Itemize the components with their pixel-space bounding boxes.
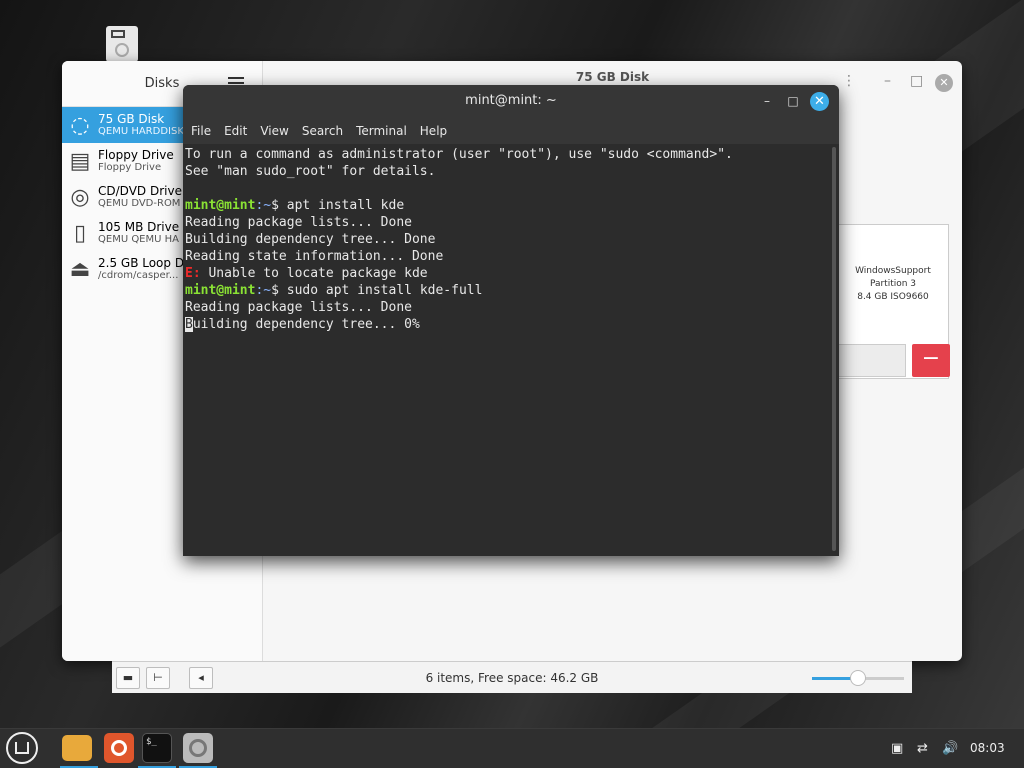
menu-search[interactable]: Search [302, 124, 343, 138]
menu-help[interactable]: Help [420, 124, 447, 138]
kebab-menu-icon[interactable]: ⋮ [842, 73, 856, 89]
partition-options-field[interactable] [832, 344, 906, 377]
zoom-knob[interactable] [850, 670, 866, 686]
drive-name: 105 MB Drive [98, 220, 180, 234]
close-icon[interactable]: ✕ [935, 74, 953, 92]
terminal-line: Reading package lists... Done [185, 215, 412, 230]
terminal-line: Building dependency tree... Done [185, 232, 436, 247]
desktop-drive-icon[interactable] [106, 26, 138, 62]
close-icon[interactable]: ✕ [810, 92, 829, 111]
partition-name: WindowsSupport [855, 266, 931, 276]
terminal-line: Building dependency tree... 0% [185, 316, 827, 333]
text-cursor: B [185, 317, 193, 332]
drive-name: CD/DVD Drive [98, 184, 182, 198]
prompt-path: :~ [255, 198, 272, 213]
maximize-icon[interactable]: □ [785, 93, 801, 109]
terminal-line: Reading state information... Done [185, 249, 444, 264]
command-text: $ apt install kde [271, 198, 405, 213]
drive-subtitle: QEMU DVD-ROM [98, 198, 181, 209]
harddisk-icon: ◌ [70, 112, 90, 138]
usb-icon: ▯ [73, 220, 87, 246]
terminal-window: mint@mint: ~ – □ ✕ File Edit View Search Ter… [183, 85, 839, 556]
mint-menu-icon[interactable] [6, 732, 38, 764]
drive-name: 2.5 GB Loop D [98, 256, 185, 270]
terminal-line: E: Unable to locate package kde [185, 265, 827, 282]
terminal-line: mint@mint:~$ sudo apt install kde-full [185, 282, 827, 299]
terminal-scrollbar[interactable] [832, 147, 836, 551]
file-manager-statusbar: 6 items, Free space: 46.2 GB ▬ ⊢ ◂ [112, 661, 912, 693]
terminal-titlebar: mint@mint: ~ – □ ✕ [183, 85, 839, 117]
drive-subtitle: Floppy Drive [98, 162, 162, 173]
firefox-icon[interactable] [104, 733, 134, 763]
prompt-path: :~ [255, 283, 272, 298]
delete-partition-button[interactable]: − [912, 344, 950, 377]
menu-file[interactable]: File [191, 124, 211, 138]
files-icon[interactable] [62, 735, 92, 761]
status-text: 6 items, Free space: 46.2 GB [425, 671, 599, 685]
partition-size: 8.4 GB ISO9660 [857, 292, 929, 302]
drive-subtitle: QEMU QEMU HA [98, 234, 179, 245]
network-icon[interactable]: ⇄ [917, 741, 928, 756]
taskbar: $_ ▣ ⇄ 🔊 08:03 [0, 728, 1024, 768]
floppy-icon: ▤ [69, 148, 91, 174]
partition-label: Partition 3 [869, 279, 917, 289]
terminal-line: See "man sudo_root" for details. [185, 164, 436, 179]
minimize-icon[interactable]: – [759, 93, 775, 109]
menu-view[interactable]: View [260, 124, 288, 138]
notes-icon[interactable]: ▣ [891, 741, 903, 756]
maximize-icon[interactable]: □ [910, 73, 923, 89]
error-prefix: E: [185, 266, 201, 281]
terminal-icon[interactable]: $_ [142, 733, 172, 763]
drive-subtitle: /cdrom/casper... [98, 270, 179, 281]
menu-edit[interactable]: Edit [224, 124, 247, 138]
menu-terminal[interactable]: Terminal [356, 124, 407, 138]
volume-icon[interactable]: 🔊 [942, 741, 958, 756]
eject-icon: ⏏ [69, 256, 91, 282]
minimize-icon[interactable]: – [884, 73, 891, 89]
output-text: uilding dependency tree... 0% [192, 317, 420, 332]
terminal-line: To run a command as administrator (user … [185, 147, 733, 162]
drive-name: Floppy Drive [98, 148, 174, 162]
zoom-slider[interactable] [812, 670, 904, 686]
disks-icon[interactable] [183, 733, 213, 763]
tree-view-icon[interactable]: ⊢ [146, 667, 170, 689]
prompt-user: mint@mint [185, 198, 256, 213]
drive-name: 75 GB Disk [98, 112, 165, 126]
disks-title: Disks [144, 76, 180, 91]
drive-subtitle: QEMU HARDDISK [98, 126, 184, 137]
terminal-line: Reading package lists... Done [185, 300, 412, 315]
places-view-icon[interactable]: ▬ [116, 667, 140, 689]
terminal-menubar: File Edit View Search Terminal Help [183, 117, 839, 144]
terminal-output[interactable]: To run a command as administrator (user … [183, 144, 829, 556]
error-text: Unable to locate package kde [200, 266, 428, 281]
prompt-user: mint@mint [185, 283, 256, 298]
toggle-sidebar-icon[interactable]: ◂ [189, 667, 213, 689]
terminal-line: mint@mint:~$ apt install kde [185, 197, 827, 214]
terminal-title: mint@mint: ~ [465, 93, 557, 108]
cdrom-icon: ◎ [70, 184, 90, 210]
command-text: $ sudo apt install kde-full [271, 283, 483, 298]
clock[interactable]: 08:03 [970, 741, 1005, 755]
